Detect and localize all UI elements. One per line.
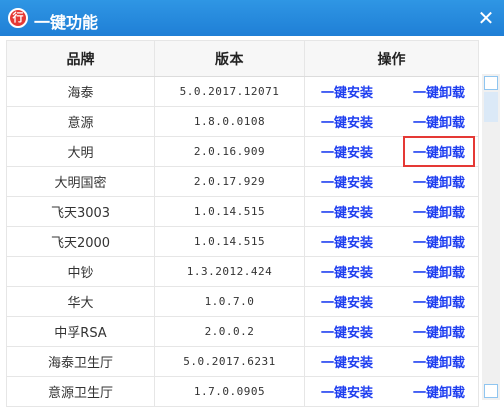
scroll-thumb[interactable] — [484, 92, 498, 122]
title-bar: 行 一键功能 ✕ — [0, 0, 504, 36]
version-cell: 1.7.0.0905 — [155, 377, 305, 406]
action-cell: 一键安装 一键卸载 — [305, 257, 479, 286]
action-cell: 一键安装 一键卸载 — [305, 107, 479, 136]
uninstall-button[interactable]: 一键卸载 — [407, 230, 471, 253]
table-row: 大明 2.0.16.909 一键安装 一键卸载 — [7, 136, 479, 167]
action-cell: 一键安装 一键卸载 — [305, 136, 479, 167]
version-cell: 2.0.16.909 — [155, 137, 305, 166]
version-cell: 1.8.0.0108 — [155, 107, 305, 136]
scroll-down-button[interactable] — [484, 384, 498, 398]
action-cell: 一键安装 一键卸载 — [305, 197, 479, 226]
table-row: 中钞 1.3.2012.424 一键安装 一键卸载 — [7, 257, 479, 287]
vertical-scrollbar[interactable] — [482, 74, 500, 400]
uninstall-button[interactable]: 一键卸载 — [407, 350, 471, 373]
version-cell: 2.0.0.2 — [155, 317, 305, 346]
install-button[interactable]: 一键安装 — [321, 292, 393, 311]
action-cell: 一键安装 一键卸载 — [305, 287, 479, 316]
action-cell: 一键安装 一键卸载 — [305, 317, 479, 346]
table-body: 海泰 5.0.2017.12071 一键安装 一键卸载 意源 1.8.0.0108 一键安装… — [7, 77, 479, 407]
install-button[interactable]: 一键安装 — [321, 82, 393, 101]
uninstall-button[interactable]: 一键卸载 — [407, 380, 471, 403]
uninstall-button[interactable]: 一键卸载 — [407, 200, 471, 223]
brand-cell: 海泰卫生厅 — [7, 347, 155, 376]
close-icon[interactable]: ✕ — [474, 6, 498, 30]
brand-cell: 飞天3003 — [7, 197, 155, 226]
version-cell: 1.3.2012.424 — [155, 257, 305, 286]
uninstall-button[interactable]: 一键卸载 — [407, 110, 471, 133]
version-cell: 1.0.14.515 — [155, 197, 305, 226]
header-brand: 品牌 — [7, 41, 155, 76]
uninstall-button[interactable]: 一键卸载 — [407, 320, 471, 343]
version-cell: 1.0.7.0 — [155, 287, 305, 316]
brand-cell: 意源卫生厅 — [7, 377, 155, 406]
driver-table: 品牌 版本 操作 海泰 5.0.2017.12071 一键安装 一键卸载 意源 1.8.0… — [6, 40, 479, 407]
install-button[interactable]: 一键安装 — [321, 142, 393, 161]
install-button[interactable]: 一键安装 — [321, 322, 393, 341]
table-row: 华大 1.0.7.0 一键安装 一键卸载 — [7, 287, 479, 317]
brand-cell: 中钞 — [7, 257, 155, 286]
table-row: 飞天2000 1.0.14.515 一键安装 一键卸载 — [7, 227, 479, 257]
action-cell: 一键安装 一键卸载 — [305, 227, 479, 256]
action-cell: 一键安装 一键卸载 — [305, 377, 479, 406]
one-click-dialog: 行 一键功能 ✕ 品牌 版本 操作 海泰 5.0.2017.12071 一键安装 一键… — [0, 0, 504, 407]
uninstall-button[interactable]: 一键卸载 — [407, 170, 471, 193]
brand-cell: 华大 — [7, 287, 155, 316]
table-row: 海泰 5.0.2017.12071 一键安装 一键卸载 — [7, 77, 479, 107]
version-cell: 5.0.2017.6231 — [155, 347, 305, 376]
table-row: 海泰卫生厅 5.0.2017.6231 一键安装 一键卸载 — [7, 347, 479, 377]
install-button[interactable]: 一键安装 — [321, 112, 393, 131]
table-row: 大明国密 2.0.17.929 一键安装 一键卸载 — [7, 167, 479, 197]
install-button[interactable]: 一键安装 — [321, 202, 393, 221]
uninstall-button[interactable]: 一键卸载 — [407, 260, 471, 283]
install-button[interactable]: 一键安装 — [321, 172, 393, 191]
uninstall-button[interactable]: 一键卸载 — [407, 290, 471, 313]
table-row: 意源 1.8.0.0108 一键安装 一键卸载 — [7, 107, 479, 137]
action-cell: 一键安装 一键卸载 — [305, 77, 479, 106]
brand-cell: 海泰 — [7, 77, 155, 106]
install-button[interactable]: 一键安装 — [321, 382, 393, 401]
uninstall-button[interactable]: 一键卸载 — [407, 80, 471, 103]
table-row: 中孚RSA 2.0.0.2 一键安装 一键卸载 — [7, 317, 479, 347]
install-button[interactable]: 一键安装 — [321, 352, 393, 371]
brand-cell: 大明国密 — [7, 167, 155, 196]
uninstall-button[interactable]: 一键卸载 — [402, 136, 476, 167]
action-cell: 一键安装 一键卸载 — [305, 167, 479, 196]
window-title: 一键功能 — [34, 13, 99, 32]
brand-cell: 意源 — [7, 107, 155, 136]
install-button[interactable]: 一键安装 — [321, 232, 393, 251]
brand-cell: 大明 — [7, 137, 155, 166]
version-cell: 5.0.2017.12071 — [155, 77, 305, 106]
brand-cell: 中孚RSA — [7, 317, 155, 346]
table-row: 意源卫生厅 1.7.0.0905 一键安装 一键卸载 — [7, 377, 479, 407]
scroll-up-button[interactable] — [484, 76, 498, 90]
action-cell: 一键安装 一键卸载 — [305, 347, 479, 376]
app-logo-icon: 行 — [8, 8, 28, 28]
version-cell: 1.0.14.515 — [155, 227, 305, 256]
header-version: 版本 — [155, 41, 305, 76]
table-header: 品牌 版本 操作 — [7, 40, 479, 77]
install-button[interactable]: 一键安装 — [321, 262, 393, 281]
header-action: 操作 — [305, 41, 479, 76]
table-row: 飞天3003 1.0.14.515 一键安装 一键卸载 — [7, 197, 479, 227]
version-cell: 2.0.17.929 — [155, 167, 305, 196]
brand-cell: 飞天2000 — [7, 227, 155, 256]
